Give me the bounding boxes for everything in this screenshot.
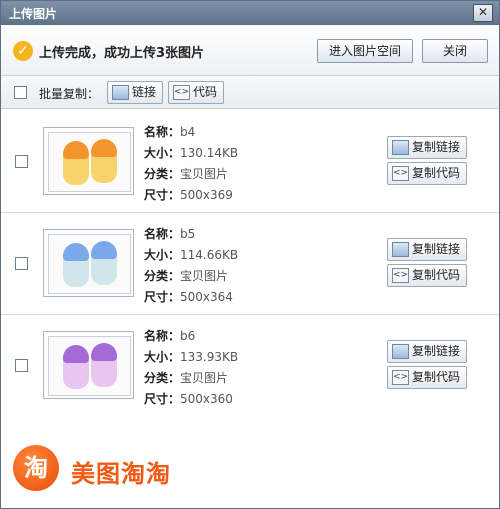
code-icon: <> xyxy=(173,85,190,100)
image-thumbnail[interactable] xyxy=(43,229,134,297)
meta-name-key: 名称： xyxy=(144,227,181,241)
meta-dimensions-key: 尺寸： xyxy=(144,392,181,406)
copy-link-button[interactable]: 复制链接 xyxy=(387,136,467,159)
code-icon: <> xyxy=(392,370,409,385)
copy-link-button[interactable]: 复制链接 xyxy=(387,340,467,363)
meta-name-value: b5 xyxy=(180,227,196,241)
brand-footer: 淘 美图淘淘 xyxy=(1,416,499,508)
batch-toolbar: 批量复制： 链接 <> 代码 xyxy=(1,76,499,109)
close-icon[interactable]: ✕ xyxy=(473,4,493,22)
meta-name-key: 名称： xyxy=(144,329,181,343)
meta-dimensions-value: 500x360 xyxy=(180,392,233,406)
status-message: 上传完成，成功上传3张图片 xyxy=(39,46,205,61)
batch-link-label: 链接 xyxy=(132,85,157,99)
link-icon xyxy=(392,140,409,155)
meta-name-value: b6 xyxy=(180,329,196,343)
image-row-checkbox[interactable] xyxy=(15,257,28,270)
meta-dimensions-value: 500x369 xyxy=(180,188,233,202)
image-row: 名称：b6 大小：133.93KB 分类：宝贝图片 尺寸：500x360 复制链… xyxy=(1,315,499,417)
link-icon xyxy=(392,242,409,257)
copy-link-label: 复制链接 xyxy=(412,242,461,256)
copy-link-label: 复制链接 xyxy=(412,344,461,358)
slipper-photo xyxy=(48,132,131,192)
meta-size-value: 130.14KB xyxy=(180,146,239,160)
code-icon: <> xyxy=(392,268,409,283)
meta-category-value: 宝贝图片 xyxy=(180,371,229,385)
link-icon xyxy=(112,85,129,100)
slipper-left-top xyxy=(63,243,89,261)
slipper-right-top xyxy=(91,241,117,259)
copy-code-label: 复制代码 xyxy=(412,268,461,282)
meta-size-key: 大小： xyxy=(144,248,181,262)
select-all-checkbox[interactable] xyxy=(14,86,27,99)
close-button[interactable]: 关闭 xyxy=(422,39,488,63)
slipper-right-top xyxy=(91,139,117,157)
copy-link-button[interactable]: 复制链接 xyxy=(387,238,467,261)
slipper-photo xyxy=(48,336,131,396)
meta-category-value: 宝贝图片 xyxy=(180,269,229,283)
upload-dialog: 上传图片 ✕ ✓ 上传完成，成功上传3张图片 进入图片空间 关闭 批量复制： 链… xyxy=(0,0,500,509)
batch-code-label: 代码 xyxy=(193,85,218,99)
copy-code-label: 复制代码 xyxy=(412,370,461,384)
image-row-checkbox[interactable] xyxy=(15,359,28,372)
copy-code-button[interactable]: <> 复制代码 xyxy=(387,162,467,185)
image-thumbnail[interactable] xyxy=(43,127,134,195)
meitu-taotao-logo-icon: 淘 xyxy=(13,445,59,491)
batch-copy-label: 批量复制： xyxy=(39,87,100,101)
slipper-right-top xyxy=(91,343,117,361)
meta-size-key: 大小： xyxy=(144,350,181,364)
meta-category-key: 分类： xyxy=(144,269,181,283)
slipper-left-top xyxy=(63,141,89,159)
meta-name-key: 名称： xyxy=(144,125,181,139)
copy-link-label: 复制链接 xyxy=(412,140,461,154)
image-row: 名称：b4 大小：130.14KB 分类：宝贝图片 尺寸：500x369 复制链… xyxy=(1,111,499,213)
image-row-checkbox[interactable] xyxy=(15,155,28,168)
brand-name: 美图淘淘 xyxy=(71,460,171,488)
window-title: 上传图片 xyxy=(9,7,58,21)
status-bar: ✓ 上传完成，成功上传3张图片 进入图片空间 关闭 xyxy=(1,25,499,76)
slipper-left-top xyxy=(63,345,89,363)
image-row: 名称：b5 大小：114.66KB 分类：宝贝图片 尺寸：500x364 复制链… xyxy=(1,213,499,315)
meta-dimensions-key: 尺寸： xyxy=(144,290,181,304)
image-thumbnail[interactable] xyxy=(43,331,134,399)
title-bar: 上传图片 ✕ xyxy=(1,1,499,25)
meta-size-value: 133.93KB xyxy=(180,350,239,364)
link-icon xyxy=(392,344,409,359)
batch-copy-code-button[interactable]: <> 代码 xyxy=(168,81,224,104)
meta-name-value: b4 xyxy=(180,125,196,139)
meta-dimensions-value: 500x364 xyxy=(180,290,233,304)
meta-category-value: 宝贝图片 xyxy=(180,167,229,181)
copy-code-button[interactable]: <> 复制代码 xyxy=(387,366,467,389)
success-check-icon: ✓ xyxy=(13,41,33,61)
meta-category-key: 分类： xyxy=(144,167,181,181)
code-icon: <> xyxy=(392,166,409,181)
meta-size-key: 大小： xyxy=(144,146,181,160)
slipper-photo xyxy=(48,234,131,294)
copy-code-label: 复制代码 xyxy=(412,166,461,180)
meta-category-key: 分类： xyxy=(144,371,181,385)
batch-copy-link-button[interactable]: 链接 xyxy=(107,81,163,104)
enter-image-space-button[interactable]: 进入图片空间 xyxy=(317,39,413,63)
meta-dimensions-key: 尺寸： xyxy=(144,188,181,202)
copy-code-button[interactable]: <> 复制代码 xyxy=(387,264,467,287)
meta-size-value: 114.66KB xyxy=(180,248,239,262)
